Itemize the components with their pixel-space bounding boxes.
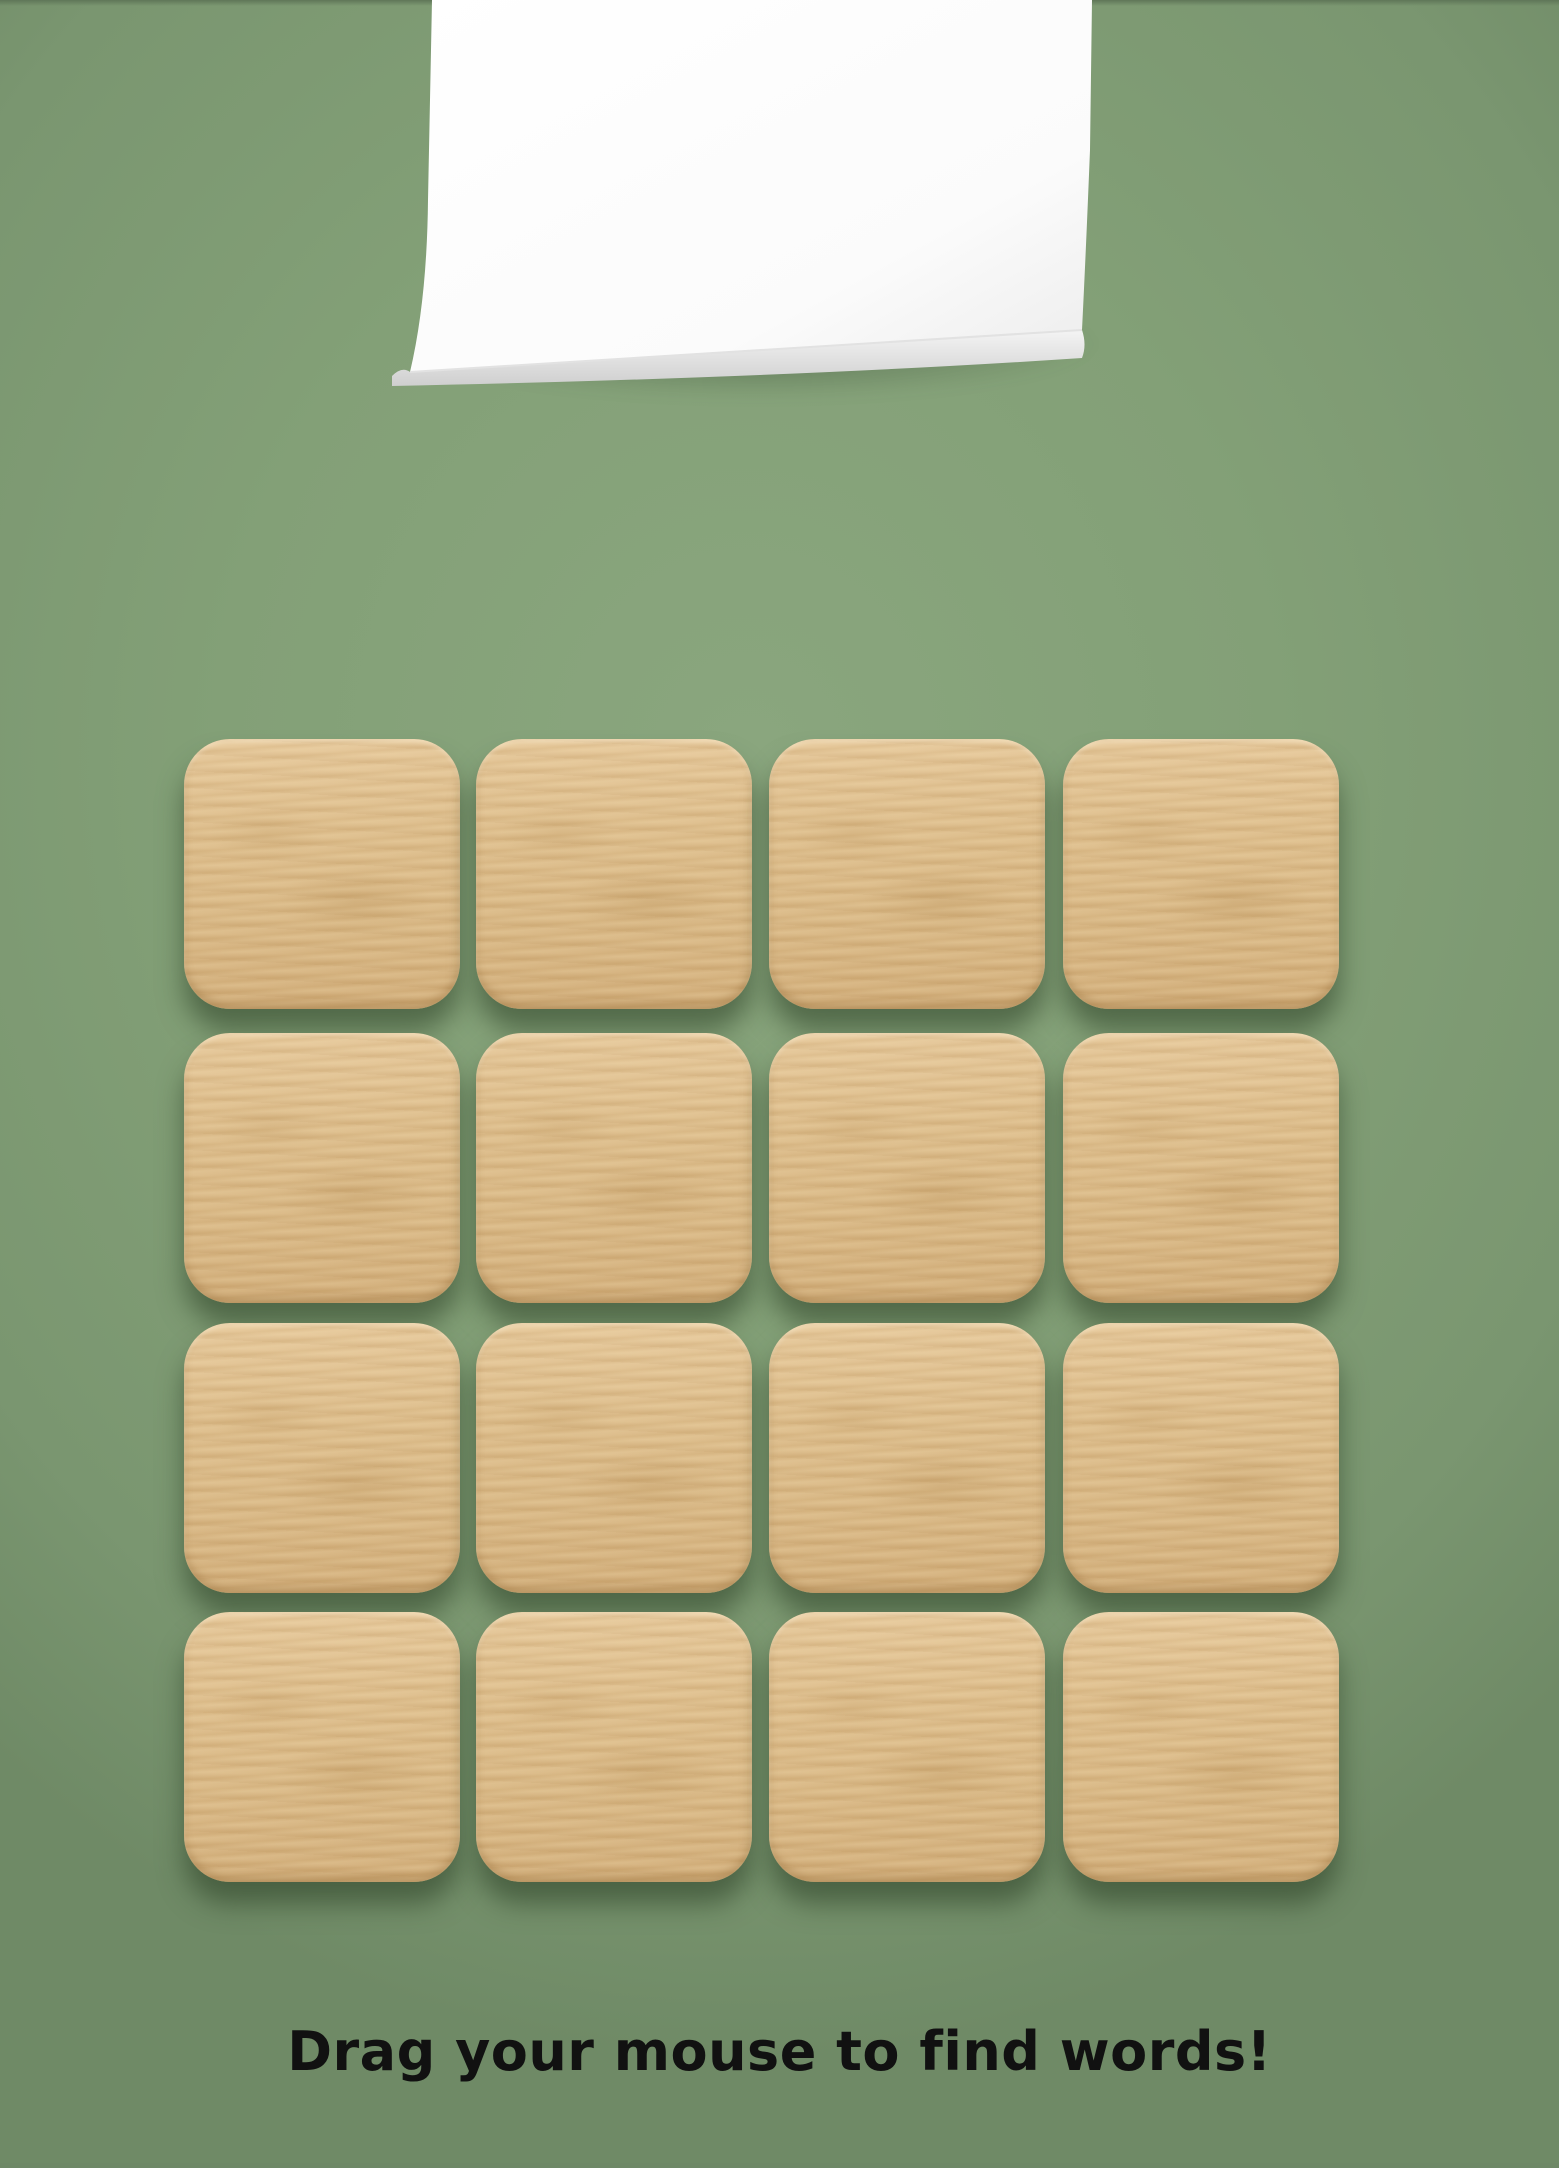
tile-letter <box>476 1323 752 1593</box>
letter-tile-r1-c4[interactable] <box>1063 739 1339 1009</box>
letter-tile-r1-c3[interactable] <box>769 739 1045 1009</box>
word-display-paper <box>382 0 1102 400</box>
tile-letter <box>476 739 752 1009</box>
tile-letter <box>769 739 1045 1009</box>
instruction-text: Drag your mouse to find words! <box>287 2020 1272 2083</box>
tile-letter <box>1063 1612 1339 1882</box>
tile-letter <box>184 1033 460 1303</box>
letter-tile-r4-c2[interactable] <box>476 1612 752 1882</box>
letter-tile-r4-c4[interactable] <box>1063 1612 1339 1882</box>
tile-letter <box>769 1033 1045 1303</box>
tile-letter <box>1063 739 1339 1009</box>
letter-tile-r1-c2[interactable] <box>476 739 752 1009</box>
letter-grid[interactable] <box>184 739 1340 1899</box>
tile-letter <box>1063 1033 1339 1303</box>
tile-letter <box>184 1323 460 1593</box>
tile-letter <box>184 1612 460 1882</box>
letter-tile-r3-c1[interactable] <box>184 1323 460 1593</box>
letter-tile-r1-c1[interactable] <box>184 739 460 1009</box>
tile-letter <box>1063 1323 1339 1593</box>
letter-tile-r3-c4[interactable] <box>1063 1323 1339 1593</box>
tile-letter <box>476 1612 752 1882</box>
letter-tile-r4-c3[interactable] <box>769 1612 1045 1882</box>
letter-tile-r3-c3[interactable] <box>769 1323 1045 1593</box>
letter-tile-r2-c4[interactable] <box>1063 1033 1339 1303</box>
letter-tile-r3-c2[interactable] <box>476 1323 752 1593</box>
letter-tile-r2-c2[interactable] <box>476 1033 752 1303</box>
tile-letter <box>184 739 460 1009</box>
letter-tile-r2-c3[interactable] <box>769 1033 1045 1303</box>
letter-tile-r2-c1[interactable] <box>184 1033 460 1303</box>
tile-letter <box>769 1323 1045 1593</box>
letter-tile-r4-c1[interactable] <box>184 1612 460 1882</box>
bottom-edge <box>0 2163 1559 2168</box>
tile-letter <box>476 1033 752 1303</box>
paper-note <box>392 0 1092 386</box>
tile-letter <box>769 1612 1045 1882</box>
